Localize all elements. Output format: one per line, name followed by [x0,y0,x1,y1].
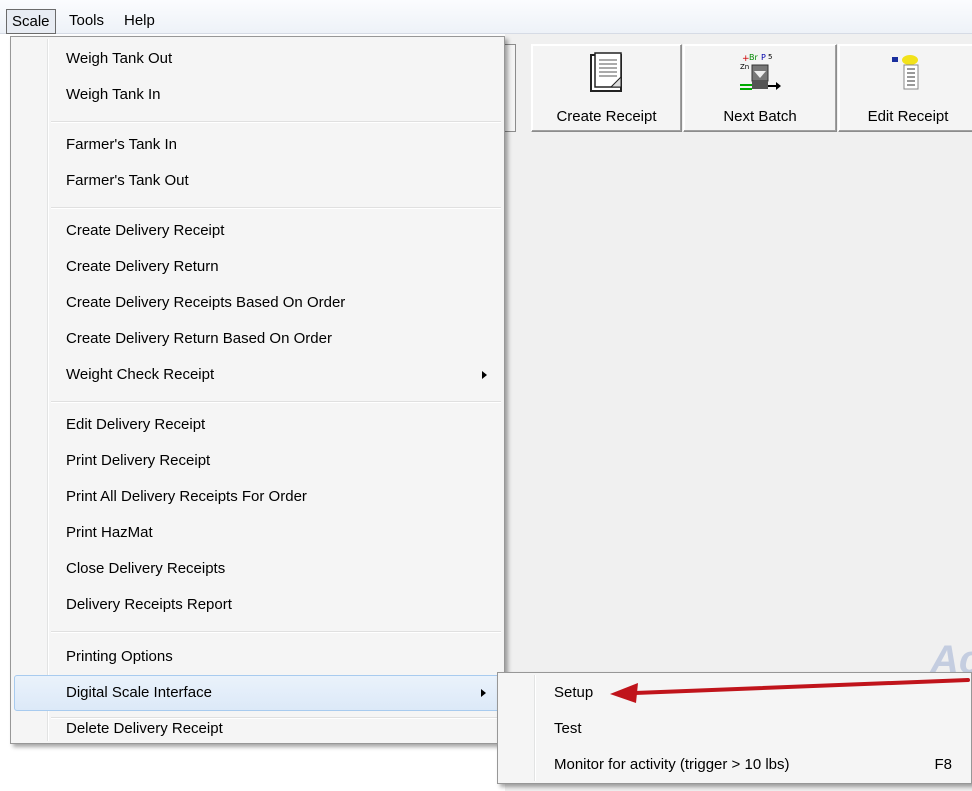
red-arrow-annotation-icon [610,678,970,703]
menu-item-print-all-receipts-for-order[interactable]: Print All Delivery Receipts For Order [14,479,501,515]
document-icon [587,51,627,99]
menu-separator [51,121,501,123]
menu-item-create-return-based-on-order[interactable]: Create Delivery Return Based On Order [14,321,501,357]
menu-item-close-delivery-receipts[interactable]: Close Delivery Receipts [14,551,501,587]
menu-item-create-delivery-receipt[interactable]: Create Delivery Receipt [14,213,501,249]
menu-item-create-receipts-based-on-order[interactable]: Create Delivery Receipts Based On Order [14,285,501,321]
menu-item-edit-delivery-receipt[interactable]: Edit Delivery Receipt [14,407,501,443]
svg-text:5: 5 [768,53,772,61]
menu-item-label: Digital Scale Interface [66,684,212,701]
menu-tools[interactable]: Tools [64,9,109,34]
menu-help[interactable]: Help [119,9,160,34]
next-batch-label: Next Batch [723,108,797,125]
create-receipt-button[interactable]: Create Receipt [531,44,682,132]
menu-bar: Scale Tools Help [0,0,972,34]
menu-item-farmers-tank-out[interactable]: Farmer's Tank Out [14,163,501,199]
edit-receipt-label: Edit Receipt [867,108,949,125]
submenu-arrow-icon [482,371,487,379]
svg-text:Br: Br [749,53,758,62]
menu-item-print-hazmat[interactable]: Print HazMat [14,515,501,551]
menu-separator [51,631,501,633]
submenu-arrow-icon [481,689,486,697]
menu-scale[interactable]: Scale [6,9,56,34]
batch-icon: + Br P 5 Zn [738,51,782,101]
menu-item-farmers-tank-in[interactable]: Farmer's Tank In [14,127,501,163]
menu-item-digital-scale-interface[interactable]: Digital Scale Interface [14,675,501,711]
next-batch-button[interactable]: + Br P 5 Zn Next Batch [683,44,837,132]
menu-item-weigh-tank-out[interactable]: Weigh Tank Out [14,41,501,77]
svg-text:Zn: Zn [740,63,749,71]
menu-item-label: Weight Check Receipt [66,366,215,383]
menu-item-create-delivery-return[interactable]: Create Delivery Return [14,249,501,285]
edit-receipt-button[interactable]: Edit Receipt [838,44,972,132]
create-receipt-label: Create Receipt [556,108,657,125]
edit-receipt-icon [888,51,928,101]
menu-item-printing-options[interactable]: Printing Options [14,639,501,675]
scale-dropdown-menu: Weigh Tank Out Weigh Tank In Farmer's Ta… [10,36,505,744]
menu-item-delete-delivery-receipt[interactable]: Delete Delivery Receipt [14,711,501,747]
menu-item-weight-check-receipt[interactable]: Weight Check Receipt [14,357,501,393]
menu-separator [51,401,501,403]
menu-item-delivery-receipts-report[interactable]: Delivery Receipts Report [14,587,501,623]
menu-item-weigh-tank-in[interactable]: Weigh Tank In [14,77,501,113]
svg-text:P: P [761,53,766,62]
submenu-item-monitor-activity[interactable]: Monitor for activity (trigger > 10 lbs) … [501,747,966,783]
menu-item-label: Monitor for activity (trigger > 10 lbs) [554,756,790,773]
submenu-item-test[interactable]: Test [501,711,966,747]
menu-item-print-delivery-receipt[interactable]: Print Delivery Receipt [14,443,501,479]
shortcut-key: F8 [934,756,952,773]
menu-separator [51,207,501,209]
